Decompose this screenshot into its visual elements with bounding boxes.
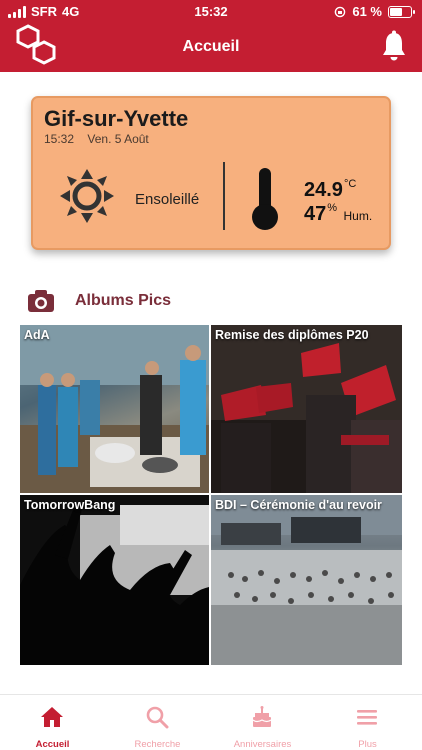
weather-condition: Ensoleillé — [135, 191, 200, 208]
orientation-lock-icon — [335, 6, 346, 17]
album-label: Remise des diplômes P20 — [215, 328, 369, 342]
camera-icon — [28, 290, 54, 312]
bottom-tab-bar: Accueil Recherche Anniversaires Plus — [0, 694, 422, 750]
album-photo-image — [20, 495, 209, 665]
thermometer-icon — [252, 168, 278, 230]
weather-city: Gif-sur-Yvette — [44, 106, 189, 131]
tab-label: Anniversaires — [233, 739, 292, 750]
album-tile-bdi[interactable]: BDI – Cérémonie d'au revoir — [211, 495, 402, 665]
albums-title: Albums Pics — [75, 292, 172, 309]
tab-accueil[interactable]: Accueil — [0, 695, 105, 750]
album-tile-tomorrowbang[interactable]: TomorrowBang — [20, 495, 209, 665]
weather-date: Ven. 5 Août — [87, 132, 149, 146]
album-photo-image — [20, 325, 209, 493]
search-icon — [146, 706, 169, 729]
tab-label: Recherche — [134, 739, 181, 750]
album-tile-ada[interactable]: AdA — [20, 325, 209, 493]
page-title: Accueil — [182, 38, 240, 55]
tab-recherche[interactable]: Recherche — [105, 695, 210, 750]
humidity-unit: % — [327, 202, 338, 214]
weather-divider — [223, 162, 225, 230]
tab-label: Accueil — [35, 739, 70, 750]
album-label: TomorrowBang — [24, 498, 116, 512]
humidity-readout: 47% Hum. — [304, 202, 372, 226]
sun-icon — [60, 169, 114, 223]
albums-section-header: Albums Pics — [27, 288, 171, 314]
battery-percent: 61 % — [352, 4, 382, 19]
temperature-readout: 24.9°C — [304, 178, 356, 202]
tab-plus[interactable]: Plus — [315, 695, 420, 750]
tab-label: Plus — [358, 739, 377, 750]
weather-time: 15:32 — [44, 132, 75, 146]
cake-icon — [252, 706, 272, 727]
notification-bell-icon[interactable] — [380, 30, 408, 62]
tab-anniversaires[interactable]: Anniversaires — [210, 695, 315, 750]
album-photo-image — [211, 495, 402, 665]
weather-card[interactable]: Gif-sur-Yvette 15:32 Ven. 5 Août Ensolei… — [31, 96, 391, 250]
album-tile-graduation[interactable]: Remise des diplômes P20 — [211, 325, 402, 493]
temperature-unit: °C — [343, 178, 357, 190]
battery-fill — [390, 7, 403, 16]
status-right: 61 % — [334, 4, 415, 19]
album-photo-image — [211, 325, 402, 493]
album-label: AdA — [24, 328, 50, 342]
album-label: BDI – Cérémonie d'au revoir — [215, 498, 382, 512]
humidity-value: 47 — [304, 203, 327, 225]
app-header: SFR 4G 15:32 61 % Accueil — [0, 0, 422, 72]
menu-icon — [357, 710, 377, 725]
temperature-value: 24.9 — [304, 179, 343, 201]
battery-icon — [388, 5, 415, 18]
status-bar: SFR 4G 15:32 61 % — [0, 0, 422, 24]
weather-datetime: 15:32 Ven. 5 Août — [44, 132, 159, 146]
humidity-label: Hum. — [343, 209, 373, 223]
home-icon — [41, 707, 63, 727]
